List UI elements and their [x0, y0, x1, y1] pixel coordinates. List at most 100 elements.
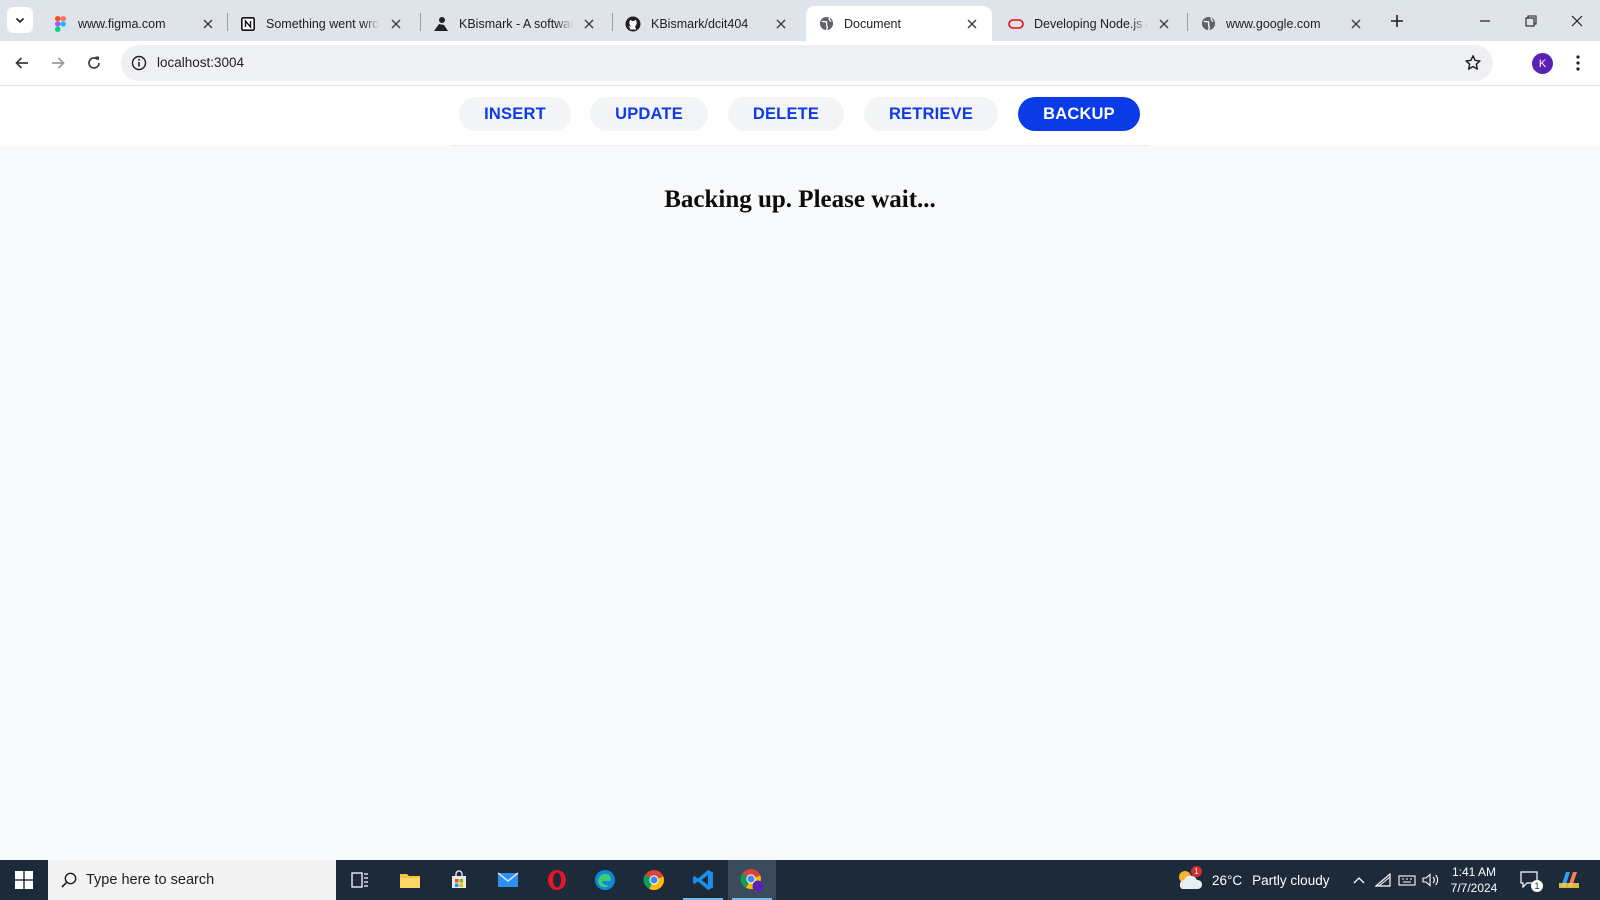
taskbar-mail[interactable] [484, 860, 532, 900]
tab-title: www.figma.com [78, 16, 166, 31]
browser-tab-document[interactable]: Document [806, 6, 992, 41]
store-icon [452, 870, 466, 888]
taskbar-edge[interactable] [581, 860, 629, 900]
tab-title: www.google.com [1226, 16, 1321, 31]
close-window-button[interactable] [1554, 0, 1600, 41]
close-icon[interactable] [388, 16, 404, 32]
arrow-right-icon [52, 57, 65, 69]
browser-tab-oracle-nodejs[interactable]: Developing Node.js Apps [996, 6, 1184, 41]
globe-icon [818, 16, 834, 32]
browser-tabstrip: www.figma.com Something went wrong KBism… [0, 0, 1600, 41]
browser-tab-github-dcit404[interactable]: KBismark/dcit404 [613, 6, 801, 41]
github-icon [625, 16, 641, 32]
start-button[interactable] [0, 860, 48, 900]
taskbar-clock[interactable]: 1:41 AM 7/7/2024 [1444, 864, 1504, 896]
input-method-button[interactable] [1396, 860, 1418, 900]
taskbar-copilot[interactable] [1552, 860, 1586, 900]
task-view-button[interactable] [336, 860, 384, 900]
address-bar[interactable]: localhost:3004 [121, 45, 1493, 81]
page-viewport: INSERT UPDATE DELETE RETRIEVE BACKUP Bac… [0, 86, 1600, 860]
delete-button[interactable]: DELETE [728, 97, 844, 131]
close-icon[interactable] [200, 16, 216, 32]
taskbar-opera[interactable] [533, 860, 581, 900]
globe-icon [1200, 16, 1216, 32]
weather-temperature: 26°C [1212, 872, 1243, 888]
arrow-left-icon [15, 57, 28, 69]
task-view-icon [351, 872, 368, 888]
browser-toolbar: localhost:3004 K [0, 41, 1600, 86]
close-icon [1571, 15, 1583, 26]
windows-taskbar: Type here to search 1 26°C Partly cloudy [0, 860, 1600, 900]
retrieve-button[interactable]: RETRIEVE [864, 97, 998, 131]
update-button[interactable]: UPDATE [590, 97, 708, 131]
browser-tab-kbismark-portfolio[interactable]: KBismark - A software engineer [421, 6, 609, 41]
tab-title: Developing Node.js Apps [1034, 16, 1148, 31]
speaker-icon [1422, 873, 1439, 887]
person-icon [433, 16, 449, 32]
back-button[interactable] [7, 48, 37, 78]
browser-tab-figma[interactable]: www.figma.com [40, 6, 228, 41]
reload-icon [88, 56, 100, 69]
taskbar-file-explorer[interactable] [386, 860, 434, 900]
figma-icon [52, 15, 68, 32]
search-icon [61, 872, 77, 888]
show-hidden-icons-button[interactable] [1348, 860, 1370, 900]
notifications-button[interactable]: 1 [1516, 860, 1544, 900]
taskbar-vscode[interactable] [679, 860, 727, 900]
network-button[interactable] [1372, 860, 1394, 900]
tab-title: KBismark/dcit404 [651, 16, 749, 31]
keyboard-language-icon [1398, 875, 1416, 886]
restore-button[interactable] [1508, 0, 1554, 41]
oracle-icon [1008, 16, 1024, 32]
taskbar-chrome-profile[interactable] [728, 860, 776, 900]
edge-icon [595, 870, 615, 890]
notion-icon [240, 16, 256, 32]
chevron-down-icon [15, 17, 25, 24]
close-icon[interactable] [1156, 16, 1172, 32]
minimize-button[interactable] [1462, 0, 1508, 41]
tab-title: Document [844, 16, 901, 31]
taskbar-chrome[interactable] [630, 860, 678, 900]
volume-button[interactable] [1420, 860, 1442, 900]
close-icon[interactable] [581, 16, 597, 32]
minimize-icon [1480, 19, 1490, 22]
action-navbar: INSERT UPDATE DELETE RETRIEVE BACKUP [450, 86, 1150, 146]
wifi-icon [1375, 873, 1391, 887]
browser-tab-google[interactable]: www.google.com [1188, 6, 1376, 41]
address-url[interactable]: localhost:3004 [157, 45, 244, 81]
copilot-icon [1559, 872, 1579, 888]
status-message: Backing up. Please wait... [664, 186, 936, 213]
vscode-icon [693, 870, 713, 890]
taskbar-search-box[interactable]: Type here to search [48, 860, 336, 900]
new-tab-button[interactable] [1384, 8, 1410, 34]
notification-count-badge: 1 [1531, 880, 1543, 892]
plus-icon [1391, 15, 1403, 27]
folder-icon [400, 874, 420, 888]
tab-search-button[interactable] [7, 7, 33, 33]
insert-button[interactable]: INSERT [459, 97, 571, 131]
opera-icon [548, 870, 566, 890]
close-icon[interactable] [964, 16, 980, 32]
close-icon[interactable] [1348, 16, 1364, 32]
backup-button[interactable]: BACKUP [1018, 97, 1140, 131]
chevron-up-icon [1353, 877, 1365, 884]
browser-tab-something-went-wrong[interactable]: Something went wrong [228, 6, 416, 41]
close-icon[interactable] [773, 16, 789, 32]
reload-button[interactable] [79, 48, 109, 78]
mail-icon [497, 872, 519, 887]
taskbar-microsoft-store[interactable] [435, 860, 483, 900]
search-placeholder: Type here to search [86, 872, 215, 888]
site-info-icon[interactable] [127, 51, 151, 75]
browser-menu-button[interactable] [1568, 50, 1588, 76]
windows-logo-icon [15, 871, 33, 889]
chrome-icon [643, 870, 664, 891]
forward-button[interactable] [43, 48, 73, 78]
clock-date: 7/7/2024 [1450, 881, 1498, 895]
chrome-profile-icon [740, 869, 764, 892]
bookmark-star-icon[interactable] [1461, 51, 1485, 75]
tab-title: KBismark - A software engineer [459, 16, 573, 31]
tab-title: Something went wrong [266, 16, 380, 31]
kebab-menu-icon [1576, 55, 1580, 71]
taskbar-weather-widget[interactable]: 1 26°C Partly cloudy [1176, 860, 1329, 900]
profile-avatar[interactable]: K [1532, 53, 1553, 74]
